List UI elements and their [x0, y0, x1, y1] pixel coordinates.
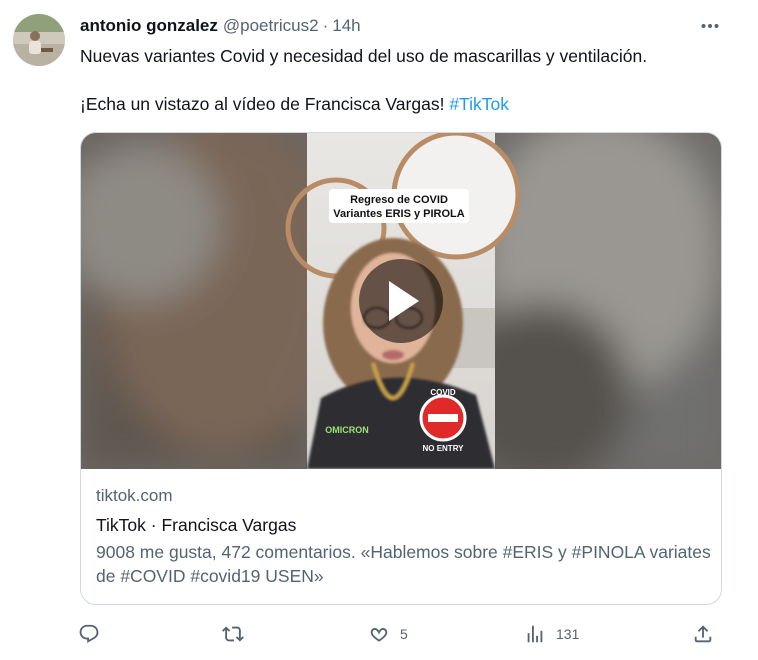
- heart-icon: [370, 628, 388, 642]
- views-button[interactable]: 131: [524, 620, 579, 648]
- tweet-text-line1: Nuevas variantes Covid y necesidad del u…: [80, 46, 648, 66]
- like-count: 5: [400, 626, 408, 642]
- avatar[interactable]: [13, 14, 65, 66]
- shirt-text: OMICRON: [325, 425, 369, 435]
- action-bar: 5 131: [78, 620, 726, 648]
- no-entry-sticker-icon: [419, 394, 467, 442]
- overlay-line2: Variantes ERIS y PIROLA: [333, 208, 464, 220]
- card-domain: tiktok.com: [96, 486, 173, 505]
- reply-icon: [79, 624, 99, 643]
- overlay-line1: Regreso de COVID: [350, 194, 448, 206]
- tweet[interactable]: antonio gonzalez @poetricus2 · 14h Nueva…: [0, 0, 758, 660]
- sticker-text-bottom: NO ENTRY: [422, 444, 464, 453]
- retweet-icon: [222, 626, 244, 642]
- author-handle[interactable]: @poetricus2: [223, 16, 319, 36]
- card-description: 9008 me gusta, 472 comentarios. «Hablemo…: [96, 542, 711, 586]
- video-frame: Regreso de COVID Variantes ERIS y PIROLA…: [81, 133, 721, 469]
- video-thumbnail[interactable]: Regreso de COVID Variantes ERIS y PIROLA…: [81, 133, 721, 469]
- share-button[interactable]: [692, 620, 714, 648]
- tweet-text-line2-body: ¡Echa un vistazo al vídeo de Francisca V…: [80, 94, 450, 114]
- separator-dot: ·: [322, 16, 329, 35]
- views-icon: [527, 625, 543, 643]
- more-horizontal-icon: [701, 24, 719, 28]
- tweet-header: antonio gonzalez @poetricus2 · 14h: [80, 14, 361, 38]
- like-button[interactable]: 5: [368, 620, 408, 648]
- more-options-button[interactable]: [698, 14, 722, 38]
- share-icon: [694, 625, 712, 643]
- card-meta: tiktok.com TikTok · Francisca Vargas 900…: [96, 484, 711, 588]
- retweet-button[interactable]: [222, 620, 254, 648]
- views-count: 131: [556, 626, 580, 642]
- hashtag-link[interactable]: #TikTok: [449, 94, 509, 114]
- card-title: TikTok · Francisca Vargas: [96, 515, 297, 535]
- timestamp[interactable]: 14h: [332, 16, 360, 36]
- tweet-text: Nuevas variantes Covid y necesidad del u…: [80, 44, 730, 116]
- tweet-text-line2: ¡Echa un vistazo al vídeo de Francisca V…: [80, 92, 730, 116]
- reply-button[interactable]: [78, 620, 110, 648]
- author-name[interactable]: antonio gonzalez: [80, 16, 218, 36]
- sticker-text-top: COVID: [430, 388, 456, 397]
- play-icon[interactable]: [359, 259, 443, 343]
- link-card[interactable]: Regreso de COVID Variantes ERIS y PIROLA…: [80, 132, 722, 605]
